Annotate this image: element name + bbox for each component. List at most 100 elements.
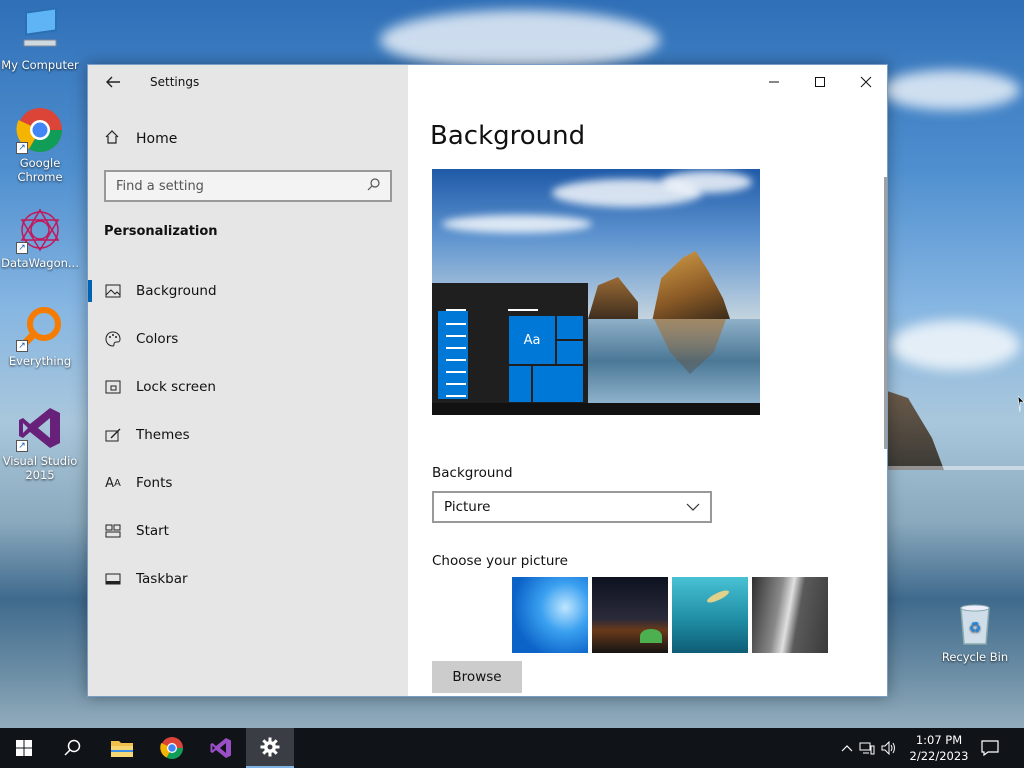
- preview-menu-line: [446, 371, 466, 373]
- datawagon-icon: ↗: [16, 206, 64, 254]
- chrome-icon: ↗: [16, 106, 64, 154]
- browse-button[interactable]: Browse: [432, 661, 522, 693]
- preview-taskbar: [432, 403, 760, 415]
- nav-item-background[interactable]: Background: [88, 267, 408, 315]
- themes-brush-icon: [104, 426, 122, 444]
- palette-icon: [104, 330, 122, 348]
- picture-icon: [104, 282, 122, 300]
- file-explorer-icon[interactable]: [98, 728, 146, 768]
- home-icon: [104, 129, 122, 149]
- taskbar: 1:07 PM 2/22/2023: [0, 728, 1024, 768]
- desktop-icon-everything[interactable]: ↗ Everything: [0, 304, 80, 368]
- background-type-dropdown[interactable]: Picture: [432, 491, 712, 523]
- picture-thumbnail-night-sky[interactable]: [592, 577, 668, 653]
- find-setting-input[interactable]: [116, 178, 367, 194]
- nav-item-label: Background: [136, 283, 217, 299]
- shortcut-arrow-icon: ↗: [16, 340, 28, 352]
- taskbar-clock[interactable]: 1:07 PM 2/22/2023: [908, 732, 970, 764]
- preview-menu-line: [446, 347, 466, 349]
- desktop-icon-label: Visual Studio 2015: [2, 454, 78, 482]
- everything-search-icon: ↗: [16, 304, 64, 352]
- preview-menu-line: [508, 309, 538, 311]
- desktop-icon-label: Google Chrome: [17, 156, 63, 184]
- maximize-icon[interactable]: [797, 65, 843, 99]
- nav-home-button[interactable]: Home: [104, 127, 177, 151]
- find-setting-search[interactable]: [104, 170, 392, 202]
- background-type-value: Picture: [444, 499, 491, 515]
- preview-menu-line: [446, 309, 466, 311]
- preview-tile: [508, 365, 532, 403]
- settings-gear-icon[interactable]: [246, 728, 294, 768]
- nav-item-themes[interactable]: Themes: [88, 411, 408, 459]
- recycle-bin-icon: ♻: [951, 600, 999, 648]
- desktop-icon-recycle-bin[interactable]: ♻ Recycle Bin: [935, 600, 1015, 664]
- background-preview: Aa: [432, 169, 760, 415]
- window-title: Settings: [150, 75, 200, 89]
- back-arrow-icon[interactable]: [104, 73, 124, 93]
- desktop-icon-my-computer[interactable]: My Computer: [0, 7, 80, 72]
- preview-menu-line: [446, 395, 466, 397]
- settings-content-pane: Background Aa Background Picture Choose …: [408, 65, 887, 696]
- search-icon[interactable]: [367, 177, 380, 195]
- nav-item-start[interactable]: Start: [88, 507, 408, 555]
- nav-item-taskbar[interactable]: Taskbar: [88, 555, 408, 603]
- volume-icon[interactable]: [878, 741, 900, 755]
- minimize-icon[interactable]: [751, 65, 797, 99]
- nav-item-label: Colors: [136, 331, 179, 347]
- chevron-up-icon[interactable]: [838, 744, 856, 752]
- visual-studio-icon: ↗: [16, 404, 64, 452]
- picture-thumbnail-underwater[interactable]: [672, 577, 748, 653]
- picture-thumbnail-windows[interactable]: [512, 577, 588, 653]
- clock-time: 1:07 PM: [915, 733, 963, 747]
- mouse-cursor-icon: [1017, 395, 1024, 413]
- window-titlebar[interactable]: Settings: [88, 65, 408, 99]
- search-icon[interactable]: [48, 728, 96, 768]
- nav-item-fonts[interactable]: AA Fonts: [88, 459, 408, 507]
- desktop-icon-label: My Computer: [1, 58, 79, 72]
- personalization-nav-list: Background Colors Lock screen Themes A A…: [88, 267, 408, 603]
- preview-menu-line: [446, 383, 466, 385]
- desktop-rock: [884, 390, 944, 470]
- settings-nav-pane: Settings Home Personalization Background: [88, 65, 408, 696]
- preview-menu-line: [446, 359, 466, 361]
- desktop-cloud: [890, 320, 1020, 370]
- action-center-icon[interactable]: [968, 728, 1012, 768]
- visual-studio-icon[interactable]: [197, 728, 245, 768]
- preview-tile: [556, 315, 584, 340]
- nav-home-label: Home: [136, 131, 178, 147]
- picture-thumbnail-rock[interactable]: [752, 577, 828, 653]
- picture-thumbnails: [512, 577, 828, 653]
- desktop-icon-google-chrome[interactable]: ↗ Google Chrome: [0, 106, 80, 184]
- system-tray: [838, 728, 900, 768]
- nav-item-label: Taskbar: [136, 571, 188, 587]
- preview-cloud: [442, 215, 592, 233]
- content-scrollbar[interactable]: [884, 177, 887, 449]
- close-icon[interactable]: [843, 65, 887, 99]
- desktop-sea: [888, 466, 1024, 470]
- lock-screen-icon: [104, 378, 122, 396]
- desktop-icon-datawagon[interactable]: ↗ DataWagon...: [0, 206, 80, 270]
- settings-window: Settings Home Personalization Background: [87, 64, 888, 697]
- window-controls: [751, 65, 887, 99]
- desktop-icon-label: Recycle Bin: [941, 650, 1009, 664]
- nav-item-lock-screen[interactable]: Lock screen: [88, 363, 408, 411]
- shortcut-arrow-icon: ↗: [16, 440, 28, 452]
- shortcut-arrow-icon: ↗: [16, 242, 28, 254]
- shortcut-arrow-icon: ↗: [16, 142, 28, 154]
- start-layout-icon: [104, 522, 122, 540]
- desktop-cloud: [380, 10, 660, 70]
- nav-item-label: Lock screen: [136, 379, 216, 395]
- network-icon[interactable]: [856, 741, 878, 755]
- choose-picture-label: Choose your picture: [432, 553, 568, 569]
- desktop-icon-visual-studio[interactable]: ↗ Visual Studio 2015: [0, 404, 80, 482]
- nav-item-colors[interactable]: Colors: [88, 315, 408, 363]
- svg-text:♻: ♻: [969, 620, 982, 636]
- preview-menu-line: [446, 335, 466, 337]
- preview-cloud: [662, 171, 752, 193]
- chrome-icon[interactable]: [148, 728, 196, 768]
- desktop-icon-label: Everything: [8, 354, 72, 368]
- chevron-down-icon: [686, 500, 700, 514]
- start-icon[interactable]: [0, 728, 48, 768]
- page-title: Background: [430, 121, 586, 151]
- fonts-icon: AA: [105, 475, 121, 491]
